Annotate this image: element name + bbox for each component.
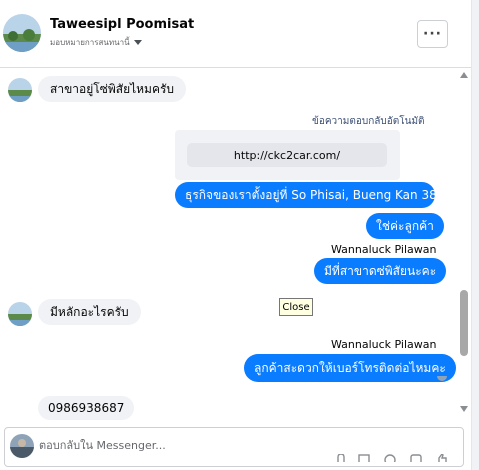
auto-reply-label: ข้อความตอบกลับอัตโนมัติ [312,116,425,127]
gif-icon[interactable] [410,454,422,462]
sender-name: Wannaluck Pilawan [331,338,437,351]
assign-conversation-label: มอบหมายการสนทนานี้ [50,38,130,47]
caret-down-icon [133,40,142,45]
scroll-down-arrow-icon[interactable] [460,406,468,412]
website-link-button[interactable]: http://ckc2car.com/ [187,143,387,167]
page-name[interactable]: Taweesipl Poomisat [50,17,194,32]
more-options-button[interactable]: ··· [417,20,448,48]
attachment-icon[interactable] [336,454,348,462]
agent-avatar [10,434,34,458]
page-avatar[interactable] [3,14,41,52]
image-icon[interactable] [358,454,370,462]
incoming-message[interactable]: สาขาอยู่โซ่พิสัยไหมครับ [38,76,187,102]
message-composer [0,420,471,470]
reply-input[interactable] [39,435,339,455]
read-receipt-avatar [437,371,447,381]
incoming-message[interactable]: 0986938687 [38,396,135,420]
outgoing-message[interactable]: ลูกค้าสะดวกให้เบอร์โทรติดต่อไหมคะ [244,354,456,382]
emoji-icon[interactable] [384,454,396,462]
auto-reply-card: http://ckc2car.com/ [175,130,400,180]
scroll-up-arrow-icon[interactable] [460,72,468,78]
incoming-message[interactable]: มีหลักอะไรครับ [38,299,141,325]
side-panel-edge [471,0,479,470]
close-tooltip: Close [279,298,313,316]
outgoing-message[interactable]: ใช่ค่ะลูกค้า [366,213,444,239]
outgoing-message[interactable]: ธุรกิจของเราตั้งอยู่ที่ So Phisai, Bueng… [175,182,460,208]
assign-conversation-dropdown[interactable]: มอบหมายการสนทนานี้ [50,36,142,49]
conversation-scrollbar[interactable] [458,68,471,420]
like-icon[interactable] [436,454,448,462]
customer-avatar [8,302,32,326]
customer-avatar [8,78,32,102]
sender-name: Wannaluck Pilawan [331,243,437,256]
outgoing-message[interactable]: มีที่สาขาดซ่พิสัยนะคะ [314,258,447,284]
more-dots-icon: ··· [423,26,442,42]
scroll-thumb[interactable] [460,290,468,356]
conversation-header: Taweesipl Poomisat มอบหมายการสนทนานี้ ··… [0,0,471,68]
